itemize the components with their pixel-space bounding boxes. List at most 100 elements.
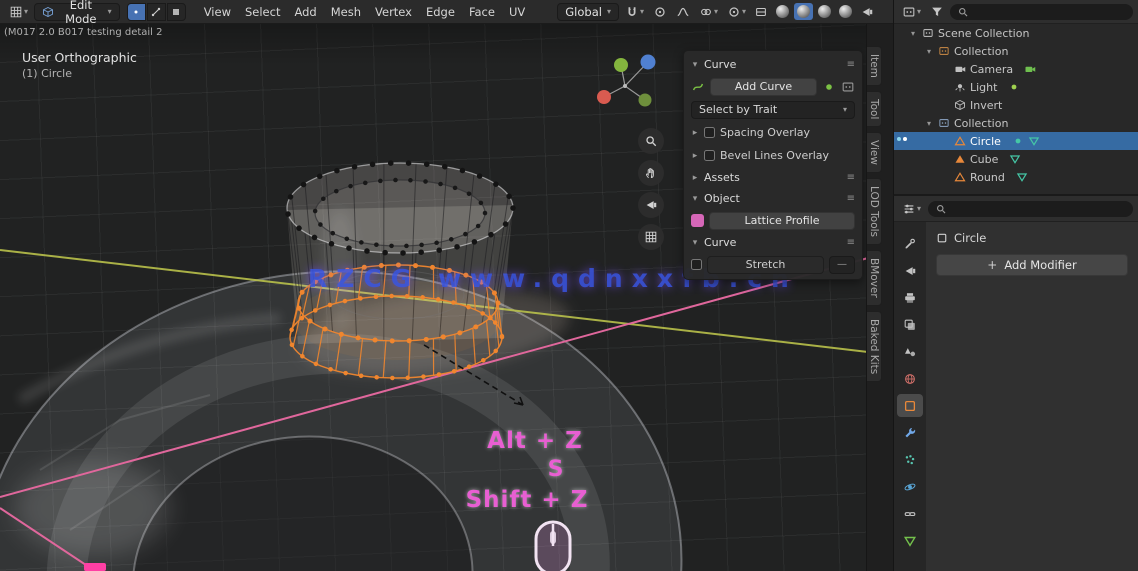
gizmo-y-axis-ball[interactable] <box>614 58 628 72</box>
bevel-overlay-row[interactable]: ▸ Bevel Lines Overlay <box>684 144 862 167</box>
outliner-row-circle[interactable]: Circle <box>894 132 1138 150</box>
tab-baked-kits[interactable]: Baked Kits <box>867 310 882 383</box>
properties-search[interactable] <box>928 200 1133 217</box>
mesh-data-icon[interactable] <box>1028 135 1040 147</box>
snap-magnet-button[interactable]: ▾ <box>622 3 647 21</box>
tool-icon <box>903 237 917 251</box>
tab-lod-tools[interactable]: LOD Tools <box>867 178 882 246</box>
curve-section-header-2[interactable]: ▾ Curve ≡ <box>684 232 862 253</box>
panel-menu-icon[interactable]: ≡ <box>847 237 855 248</box>
outliner-row-invert[interactable]: Invert <box>894 96 1138 114</box>
light-data-icon[interactable] <box>1008 81 1020 93</box>
outliner-search-input[interactable] <box>973 5 1126 18</box>
lattice-profile-button[interactable]: Lattice Profile <box>709 211 855 230</box>
mesh-data-icon[interactable] <box>1009 153 1021 165</box>
spacing-overlay-row[interactable]: ▸ Spacing Overlay <box>684 121 862 144</box>
pan-hand-button[interactable] <box>638 160 664 186</box>
tool-properties-tab[interactable] <box>897 232 923 255</box>
tab-view[interactable]: View <box>867 132 882 174</box>
proportional-edit-button[interactable] <box>650 3 670 21</box>
disclosure-arrow-icon[interactable]: ▾ <box>924 47 934 56</box>
gizmo-neg-axis-ball[interactable] <box>638 93 652 107</box>
gizmo-x-axis-ball[interactable] <box>597 90 611 104</box>
tab-bmover[interactable]: BMover <box>867 250 882 306</box>
shading-material-button[interactable] <box>815 3 834 20</box>
menu-add[interactable]: Add <box>287 3 323 21</box>
orthographic-toggle-button[interactable] <box>638 224 664 250</box>
vertex-data-icon[interactable] <box>1012 135 1024 147</box>
assets-section-header[interactable]: ▸ Assets ≡ <box>684 167 862 188</box>
panel-menu-icon[interactable]: ≡ <box>847 193 855 204</box>
camera-data-icon[interactable] <box>1024 63 1036 75</box>
tab-item[interactable]: Item <box>867 46 882 86</box>
spacing-overlay-checkbox[interactable] <box>704 127 715 138</box>
add-modifier-button[interactable]: + Add Modifier <box>936 254 1128 276</box>
zoom-button[interactable] <box>638 128 664 154</box>
outliner-row-collection[interactable]: ▾ Collection <box>894 42 1138 60</box>
shading-wireframe-button[interactable] <box>773 3 792 20</box>
vertex-select-mode-button[interactable] <box>126 2 146 21</box>
menu-face[interactable]: Face <box>462 3 502 21</box>
proportional-falloff-button[interactable] <box>673 3 693 21</box>
panel-menu-icon[interactable]: ≡ <box>847 59 855 70</box>
properties-editor-type-button[interactable]: ▾ <box>899 200 924 218</box>
menu-select[interactable]: Select <box>238 3 287 21</box>
outliner-row-round[interactable]: Round <box>894 168 1138 186</box>
curve-dot-icon[interactable] <box>822 80 836 94</box>
add-curve-button[interactable]: Add Curve <box>710 77 817 96</box>
modifier-properties-tab[interactable] <box>897 421 923 444</box>
gizmo-z-axis-ball[interactable] <box>640 54 656 70</box>
face-select-mode-button[interactable] <box>166 2 186 21</box>
object-data-properties-tab[interactable] <box>897 529 923 552</box>
properties-search-input[interactable] <box>951 202 1126 215</box>
shading-solid-button[interactable] <box>794 3 813 20</box>
menu-mesh[interactable]: Mesh <box>324 3 368 21</box>
render-preview-button[interactable] <box>857 3 877 21</box>
transform-orientation-dropdown[interactable]: Global ▾ <box>557 2 619 21</box>
world-properties-tab[interactable] <box>897 367 923 390</box>
collection-icon[interactable] <box>841 80 855 94</box>
outliner-row-light[interactable]: Light <box>894 78 1138 96</box>
menu-vertex[interactable]: Vertex <box>368 3 419 21</box>
edge-select-mode-button[interactable] <box>146 2 166 21</box>
menu-edge[interactable]: Edge <box>419 3 462 21</box>
object-properties-tab[interactable] <box>897 394 923 417</box>
output-properties-tab[interactable] <box>897 286 923 309</box>
outliner-row-cube[interactable]: Cube <box>894 150 1138 168</box>
object-section-header[interactable]: ▾ Object ≡ <box>684 188 862 209</box>
xray-toggle-button[interactable] <box>751 3 771 21</box>
scene-properties-tab[interactable] <box>897 340 923 363</box>
stretch-value-box[interactable]: — <box>829 255 855 274</box>
tab-tool[interactable]: Tool <box>867 90 882 128</box>
curve-section-header[interactable]: ▾ Curve ≡ <box>684 54 862 75</box>
view-layer-properties-tab[interactable] <box>897 313 923 336</box>
overlays-dropdown-button[interactable]: ▾ <box>724 3 749 21</box>
disclosure-arrow-icon[interactable]: ▾ <box>924 119 934 128</box>
menu-view[interactable]: View <box>197 3 238 21</box>
editor-type-button[interactable]: ▾ <box>6 3 31 21</box>
outliner-display-mode-button[interactable]: ▾ <box>899 3 924 21</box>
pivot-point-button[interactable]: ▾ <box>696 3 721 21</box>
outliner-search[interactable] <box>950 3 1133 20</box>
render-properties-tab[interactable] <box>897 259 923 282</box>
bevel-overlay-checkbox[interactable] <box>704 150 715 161</box>
outliner-row-collection-2[interactable]: ▾ Collection <box>894 114 1138 132</box>
outliner-filter-button[interactable] <box>927 3 947 21</box>
panel-menu-icon[interactable]: ≡ <box>847 172 855 183</box>
stretch-field[interactable]: Stretch <box>707 255 824 274</box>
mesh-data-icon[interactable] <box>1016 171 1028 183</box>
menu-uv[interactable]: UV <box>502 3 532 21</box>
stretch-checkbox[interactable] <box>691 259 702 270</box>
particle-properties-tab[interactable] <box>897 448 923 471</box>
shading-rendered-button[interactable] <box>836 3 855 20</box>
outliner-row-camera[interactable]: Camera <box>894 60 1138 78</box>
navigation-gizmo[interactable] <box>588 48 662 122</box>
outliner-row-scene-collection[interactable]: ▾ Scene Collection <box>894 24 1138 42</box>
camera-view-button[interactable] <box>638 192 664 218</box>
disclosure-arrow-icon[interactable]: ▾ <box>908 29 918 38</box>
mode-dropdown[interactable]: Edit Mode ▾ <box>34 0 120 26</box>
assets-section-label: Assets <box>704 171 740 184</box>
physics-properties-tab[interactable] <box>897 475 923 498</box>
select-by-trait-dropdown[interactable]: Select by Trait ▾ <box>691 100 855 119</box>
constraint-properties-tab[interactable] <box>897 502 923 525</box>
